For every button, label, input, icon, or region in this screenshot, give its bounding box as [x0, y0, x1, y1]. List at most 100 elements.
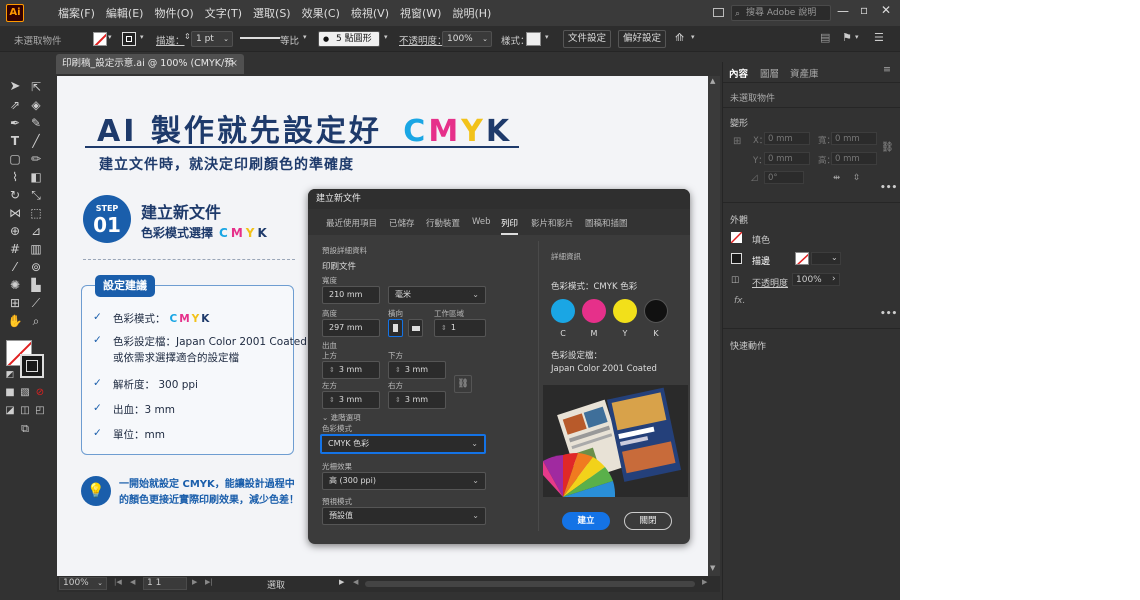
document-name[interactable]: 印刷文件	[322, 260, 356, 272]
default-colors-icon[interactable]: ◩	[4, 366, 16, 384]
none-mode-icon[interactable]: ⊘	[34, 384, 46, 402]
status-menu-icon[interactable]: ▶	[339, 578, 344, 586]
portrait-orientation-icon[interactable]	[388, 319, 403, 337]
draw-behind-icon[interactable]: ◫	[19, 402, 31, 420]
stroke-weight-field[interactable]: 1 pt ⌄	[191, 31, 233, 47]
stroke-swatch[interactable]	[122, 32, 136, 46]
preview-mode-select[interactable]: 預設值 ⌄	[322, 507, 486, 525]
profile-dropdown-icon[interactable]: ▾	[303, 33, 307, 41]
transform-more-icon[interactable]: •••	[880, 183, 897, 193]
magic-wand-icon[interactable]: ⇗	[6, 96, 24, 114]
h-field[interactable]: 0 mm	[831, 152, 877, 165]
bleed-bottom-field[interactable]: ⇕ 3 mm	[388, 361, 446, 379]
opacity-label[interactable]: 不透明度	[752, 276, 788, 289]
document-tab[interactable]: 印刷稿_設定示意.ai @ 100% (CMYK/預覽) ×	[56, 54, 244, 89]
zoom-field[interactable]: 100% ⌄	[59, 577, 107, 590]
menu-effect[interactable]: 效果(C)	[302, 5, 340, 21]
y-field[interactable]: 0 mm	[764, 152, 810, 165]
align-icon[interactable]: ▤	[820, 31, 830, 44]
flip-horizontal-icon[interactable]: ⇹	[833, 173, 840, 183]
reference-point-icon[interactable]: ⊞	[733, 136, 741, 147]
artboard-number-field[interactable]: 1 1	[143, 577, 187, 590]
chevron-down-icon[interactable]: ⌄	[831, 253, 838, 262]
fill-swatch[interactable]	[93, 32, 107, 46]
color-mode-icon[interactable]: ■	[4, 384, 16, 402]
blob-brush-icon[interactable]: ✎	[27, 114, 45, 132]
bleed-right-field[interactable]: ⇕ 3 mm	[388, 391, 446, 409]
restore-icon[interactable]: ▫	[860, 3, 868, 17]
type-tool-icon[interactable]: T	[6, 132, 24, 150]
paint-bucket-icon[interactable]: ◈	[27, 96, 45, 114]
eyedropper-icon[interactable]: ⁄	[6, 258, 24, 276]
brush-dropdown-icon[interactable]: ▾	[384, 33, 388, 41]
tab-web[interactable]: Web	[472, 217, 491, 227]
bleed-left-field[interactable]: ⇕ 3 mm	[322, 391, 380, 409]
panel-fill-swatch[interactable]	[731, 232, 742, 243]
menu-edit[interactable]: 編輯(E)	[106, 5, 144, 21]
mesh-tool-icon[interactable]: #	[6, 240, 24, 258]
scroll-down-icon[interactable]: ▼	[710, 564, 715, 572]
menu-window[interactable]: 視窗(W)	[400, 5, 441, 21]
opacity-label[interactable]: 不透明度：	[399, 33, 447, 47]
scroll-up-icon[interactable]: ▲	[710, 77, 715, 85]
x-field[interactable]: 0 mm	[764, 132, 810, 145]
stroke-color-swatch[interactable]	[795, 252, 809, 265]
close-icon[interactable]: ✕	[881, 3, 891, 17]
unit-select[interactable]: 毫米 ⌄	[388, 286, 486, 304]
minimize-icon[interactable]: —	[837, 4, 849, 18]
zoom-tool-icon[interactable]: ⌕	[27, 312, 45, 330]
vertical-scrollbar[interactable]: ▲ ▼	[708, 76, 720, 576]
panel-opacity-field[interactable]: 100% ›	[792, 273, 840, 286]
horizontal-scrollbar[interactable]	[365, 581, 695, 587]
tab-art[interactable]: 圖稿和插圖	[585, 217, 628, 229]
perspective-grid-icon[interactable]: ⊿	[27, 222, 45, 240]
stroke-label[interactable]: 描邊：	[156, 33, 185, 47]
menu-object[interactable]: 物件(O)	[154, 5, 193, 21]
hscroll-left-icon[interactable]: ◀	[353, 578, 358, 586]
arrange-dropdown-icon[interactable]: ▾	[691, 33, 695, 41]
hand-tool-icon[interactable]: ✋	[6, 312, 24, 330]
menu-view[interactable]: 檢視(V)	[351, 5, 389, 21]
landscape-orientation-icon[interactable]	[408, 319, 423, 337]
document-setup-button[interactable]: 文件設定	[563, 30, 611, 48]
bleed-top-field[interactable]: ⇕ 3 mm	[322, 361, 380, 379]
menu-file[interactable]: 檔案(F)	[58, 5, 95, 21]
screen-mode-icon[interactable]: ⧉	[16, 420, 34, 438]
free-transform-icon[interactable]: ⬚	[27, 204, 45, 222]
pen-tool-icon[interactable]: ✒	[6, 114, 24, 132]
constrain-proportions-icon[interactable]: ⛓	[881, 142, 894, 153]
last-artboard-icon[interactable]: ▶|	[205, 578, 213, 586]
opacity-field[interactable]: 100% ⌄	[442, 31, 492, 47]
stroke-color-box[interactable]	[20, 354, 44, 378]
flip-vertical-icon[interactable]: ⇳	[853, 173, 860, 183]
artboards-field[interactable]: ⇕ 1	[434, 319, 486, 337]
tab-mobile[interactable]: 行動裝置	[426, 217, 460, 229]
w-field[interactable]: 0 mm	[831, 132, 877, 145]
tab-properties[interactable]: 內容	[729, 66, 748, 80]
fill-dropdown-icon[interactable]: ▾	[108, 33, 112, 41]
appearance-more-icon[interactable]: •••	[880, 309, 897, 319]
shaper-tool-icon[interactable]: ⌇	[6, 168, 24, 186]
color-mode-select[interactable]: CMYK 色彩 ⌄	[320, 434, 486, 454]
workspace-switcher-icon[interactable]	[713, 8, 724, 17]
symbol-sprayer-icon[interactable]: ✺	[6, 276, 24, 294]
first-artboard-icon[interactable]: |◀	[114, 578, 122, 586]
tab-film[interactable]: 影片和影片	[531, 217, 574, 229]
preferences-button[interactable]: 偏好設定	[618, 30, 666, 48]
prev-artboard-icon[interactable]: ◀	[130, 578, 135, 586]
rectangle-tool-icon[interactable]: ▢	[6, 150, 24, 168]
tab-print[interactable]: 列印	[501, 217, 519, 235]
panel-menu-icon[interactable]: ☰	[874, 31, 884, 44]
tab-layers[interactable]: 圖層	[760, 66, 779, 80]
eraser-tool-icon[interactable]: ◧	[27, 168, 45, 186]
stroke-profile[interactable]: 等比	[280, 33, 299, 47]
artboard-tool-icon[interactable]: ⊞	[6, 294, 24, 312]
angle-field[interactable]: 0°	[764, 171, 804, 184]
panel-stroke-swatch[interactable]	[731, 253, 742, 264]
style-dropdown-icon[interactable]: ▾	[545, 33, 549, 41]
create-button[interactable]: 建立	[562, 512, 610, 530]
direct-selection-tool-icon[interactable]: ⇱	[27, 78, 45, 96]
draw-normal-icon[interactable]: ◪	[4, 402, 16, 420]
flag-icon[interactable]: ⚑	[842, 31, 852, 44]
canvas-area[interactable]: AI 製作就先設定好 CMYK 建立文件時，就決定印刷顏色的準確度 STEP 0…	[57, 76, 708, 576]
